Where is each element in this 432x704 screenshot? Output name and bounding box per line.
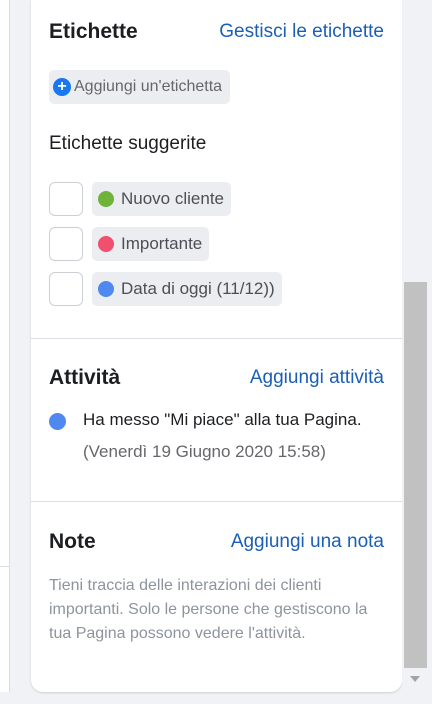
add-label-text: Aggiungi un'etichetta — [74, 78, 223, 95]
activity-header: Attività Aggiungi attività — [49, 366, 384, 390]
suggested-label-row: Importante — [49, 227, 210, 261]
label-chip[interactable]: Nuovo cliente — [92, 182, 232, 216]
plus-circle-icon: + — [53, 78, 71, 96]
labels-section: Etichette Gestisci le etichette + Aggiun… — [31, 0, 402, 339]
label-chip[interactable]: Data di oggi (11/12)) — [92, 272, 282, 306]
notes-header: Note Aggiungi una nota — [49, 530, 384, 554]
add-label-button[interactable]: + Aggiungi un'etichetta — [49, 70, 231, 104]
left-panel-edge — [0, 0, 10, 692]
suggested-label-row: Nuovo cliente — [49, 182, 232, 216]
notes-empty-text: Tieni traccia delle interazioni dei clie… — [49, 577, 368, 642]
label-text: Data di oggi (11/12)) — [121, 279, 275, 298]
activity-title: Attività — [49, 366, 121, 389]
notes-title: Note — [49, 530, 96, 553]
labels-header: Etichette Gestisci le etichette — [49, 20, 384, 44]
label-text: Importante — [121, 234, 203, 253]
label-checkbox[interactable] — [49, 227, 83, 261]
divider — [0, 566, 9, 567]
label-checkbox[interactable] — [49, 272, 83, 306]
label-color-dot — [98, 281, 114, 297]
add-note-link[interactable]: Aggiungi una nota — [231, 531, 384, 553]
contact-details-panel: Etichette Gestisci le etichette + Aggiun… — [31, 0, 402, 692]
label-text: Nuovo cliente — [121, 189, 225, 208]
scrollbar[interactable] — [402, 0, 429, 692]
label-color-dot — [98, 191, 114, 207]
labels-title: Etichette — [49, 20, 138, 43]
activity-text: Ha messo "Mi piace" alla tua Pagina. — [83, 410, 362, 429]
activity-timestamp: (Venerdì 19 Giugno 2020 15:58) — [83, 442, 326, 461]
scrollbar-thumb[interactable] — [404, 282, 427, 668]
add-activity-link[interactable]: Aggiungi attività — [250, 367, 384, 389]
scroll-down-arrow-icon[interactable] — [410, 676, 420, 682]
activity-dot — [49, 413, 66, 430]
suggested-label-row: Data di oggi (11/12)) — [49, 272, 282, 306]
label-color-dot — [98, 236, 114, 252]
label-chip[interactable]: Importante — [92, 227, 210, 261]
label-checkbox[interactable] — [49, 182, 83, 216]
suggested-labels-title: Etichette suggerite — [49, 133, 207, 154]
manage-labels-link[interactable]: Gestisci le etichette — [219, 21, 384, 43]
